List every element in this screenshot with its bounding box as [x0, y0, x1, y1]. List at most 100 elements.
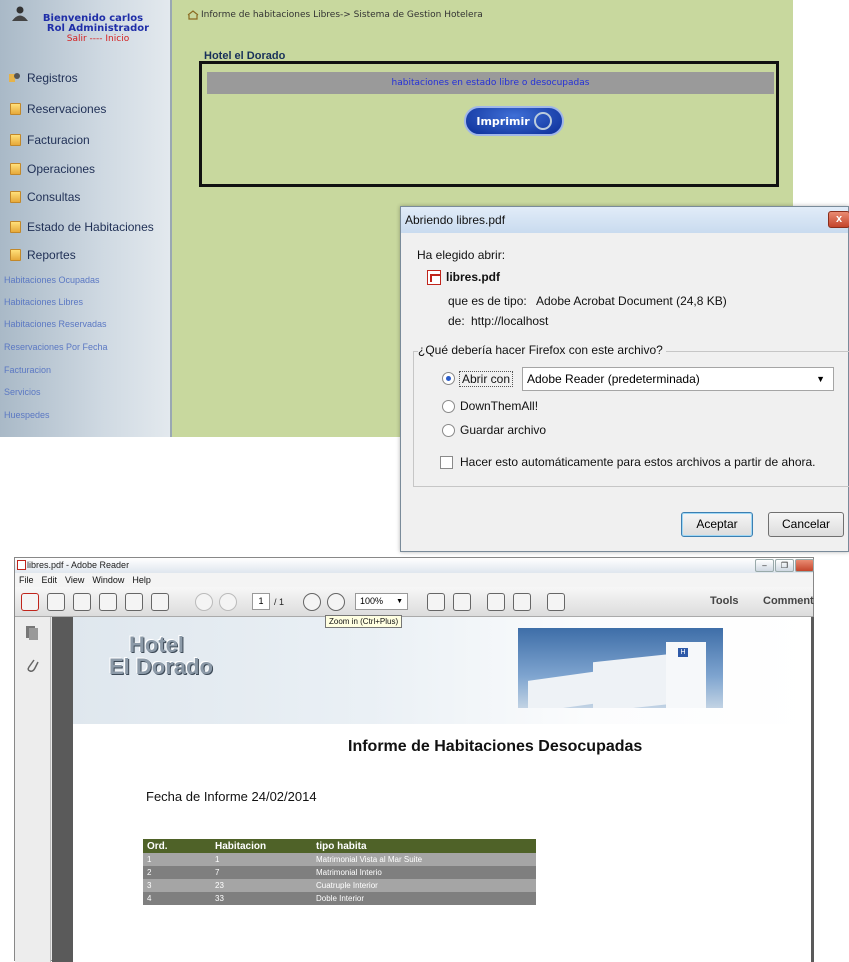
cell-tipo: Cuatruple Interior [312, 879, 536, 892]
nav-facturacion[interactable]: Facturacion [10, 133, 90, 147]
tools-pane-link[interactable]: Tools [710, 595, 739, 607]
close-button[interactable]: x [828, 211, 849, 228]
col-tipo: tipo habita [312, 839, 536, 853]
nav-label: Operaciones [27, 162, 96, 176]
sublink-huespedes[interactable]: Huespedes [4, 410, 50, 420]
printer-icon [533, 112, 552, 130]
maximize-button[interactable]: ❐ [775, 559, 794, 572]
prev-page-icon[interactable] [195, 593, 213, 611]
nav-label: Registros [27, 71, 78, 85]
sublink-reservaciones-fecha[interactable]: Reservaciones Por Fecha [4, 342, 108, 352]
menu-help[interactable]: Help [132, 573, 151, 587]
toolbar: 1 / 1 100% ▼ Tools Comment [15, 587, 814, 617]
from-value: http://localhost [471, 314, 549, 328]
chevron-down-icon: ▼ [396, 598, 403, 605]
nav-consultas[interactable]: Consultas [10, 190, 80, 204]
menu-file[interactable]: File [19, 573, 34, 587]
type-value: Adobe Acrobat Document (24,8 KB) [536, 294, 727, 308]
report-panel: habitaciones en estado libre o desocupad… [199, 61, 779, 187]
folder-icon [10, 221, 21, 233]
folder-icon [10, 134, 21, 146]
fit-width-icon[interactable] [453, 593, 471, 611]
menu-view[interactable]: View [65, 573, 84, 587]
auto-label[interactable]: Hacer esto automáticamente para estos ar… [460, 455, 816, 469]
open-icon[interactable] [47, 593, 65, 611]
save-icon[interactable] [73, 593, 91, 611]
cell-tipo: Matrimonial Interio [312, 866, 536, 879]
save-file-radio[interactable] [442, 424, 455, 437]
edit-icon[interactable] [151, 593, 169, 611]
print-button[interactable]: Imprimir [464, 106, 564, 136]
sublink-habitaciones-reservadas[interactable]: Habitaciones Reservadas [4, 319, 107, 329]
fullscreen-icon[interactable] [547, 593, 565, 611]
cell-tipo: Doble Interior [312, 892, 536, 905]
attachment-icon[interactable] [25, 657, 39, 673]
open-with-label[interactable]: Abrir con [459, 371, 514, 387]
sublink-habitaciones-libres[interactable]: Habitaciones Libres [4, 297, 83, 307]
col-ord: Ord. [143, 839, 211, 853]
user-icon [12, 6, 28, 21]
downthemall-radio[interactable] [442, 400, 455, 413]
nav-label: Reservaciones [27, 102, 107, 116]
table-row: 3 23 Cuatruple Interior [143, 879, 536, 892]
email-icon[interactable] [125, 593, 143, 611]
close-button[interactable] [795, 559, 814, 572]
document-area: Hotel El Dorado H Informe de Habitacione… [52, 617, 814, 962]
zoom-in-icon[interactable] [327, 593, 345, 611]
pdf-file-icon [427, 270, 441, 285]
menu-edit[interactable]: Edit [42, 573, 58, 587]
nav-operaciones[interactable]: Operaciones [10, 162, 95, 176]
table-header-row: Ord. Habitacion tipo habita [143, 839, 536, 853]
application-select[interactable]: Adobe Reader (predeterminada) ▼ [522, 367, 834, 391]
cancel-button[interactable]: Cancelar [768, 512, 844, 537]
open-file-dialog: Abriendo libres.pdf x Ha elegido abrir: … [400, 206, 849, 552]
menu-bar: File Edit View Window Help [15, 573, 813, 587]
sign-icon[interactable] [513, 593, 531, 611]
open-with-radio[interactable] [442, 372, 455, 385]
user-role: Rol Administrador [46, 23, 150, 34]
sublink-servicios[interactable]: Servicios [4, 387, 41, 397]
comment-icon[interactable] [487, 593, 505, 611]
dialog-titlebar: Abriendo libres.pdf x [401, 207, 849, 233]
chevron-down-icon: ▼ [816, 374, 825, 384]
sublink-facturacion[interactable]: Facturacion [4, 365, 51, 375]
nav-reservaciones[interactable]: Reservaciones [10, 102, 106, 116]
cell-habitacion: 7 [211, 866, 312, 879]
cell-ord: 2 [143, 866, 211, 879]
zoom-select[interactable]: 100% ▼ [355, 593, 408, 610]
folder-icon [10, 191, 21, 203]
report-heading: Informe de Habitaciones Desocupadas [348, 738, 643, 755]
col-habitacion: Habitacion [211, 839, 312, 853]
table-row: 2 7 Matrimonial Interio [143, 866, 536, 879]
save-file-label[interactable]: Guardar archivo [460, 423, 546, 437]
nav-estado-habitaciones[interactable]: Estado de Habitaciones [10, 220, 154, 234]
cell-tipo: Matrimonial Vista al Mar Suite [312, 853, 536, 866]
chosen-label: Ha elegido abrir: [417, 248, 506, 262]
next-page-icon[interactable] [219, 593, 237, 611]
nav-label: Facturacion [27, 133, 90, 147]
logout-home-links[interactable]: Salir ---- Inicio [8, 34, 168, 44]
minimize-button[interactable]: – [755, 559, 774, 572]
nav-reportes[interactable]: Reportes [10, 248, 76, 262]
cell-ord: 3 [143, 879, 211, 892]
sublink-habitaciones-ocupadas[interactable]: Habitaciones Ocupadas [4, 275, 100, 285]
accept-button[interactable]: Aceptar [681, 512, 753, 537]
type-label: que es de tipo: [448, 294, 527, 308]
adobe-reader-window: libres.pdf - Adobe Reader – ❐ File Edit … [14, 557, 814, 962]
registros-icon [9, 72, 20, 82]
pages-icon[interactable] [25, 625, 39, 641]
page-number-input[interactable]: 1 [252, 593, 270, 610]
comment-pane-link[interactable]: Comment [763, 595, 814, 607]
folder-open-icon [10, 249, 21, 261]
auto-checkbox[interactable] [440, 456, 453, 469]
breadcrumb: Informe de habitaciones Libres-> Sistema… [187, 10, 483, 20]
menu-window[interactable]: Window [92, 573, 124, 587]
action-question: ¿Qué debería hacer Firefox con este arch… [418, 343, 666, 357]
create-pdf-icon[interactable] [21, 593, 39, 611]
hotel-building-photo: H [518, 628, 723, 708]
fit-page-icon[interactable] [427, 593, 445, 611]
nav-registros[interactable]: Registros [8, 71, 78, 85]
zoom-out-icon[interactable] [303, 593, 321, 611]
print-icon[interactable] [99, 593, 117, 611]
downthemall-label[interactable]: DownThemAll! [460, 399, 538, 413]
